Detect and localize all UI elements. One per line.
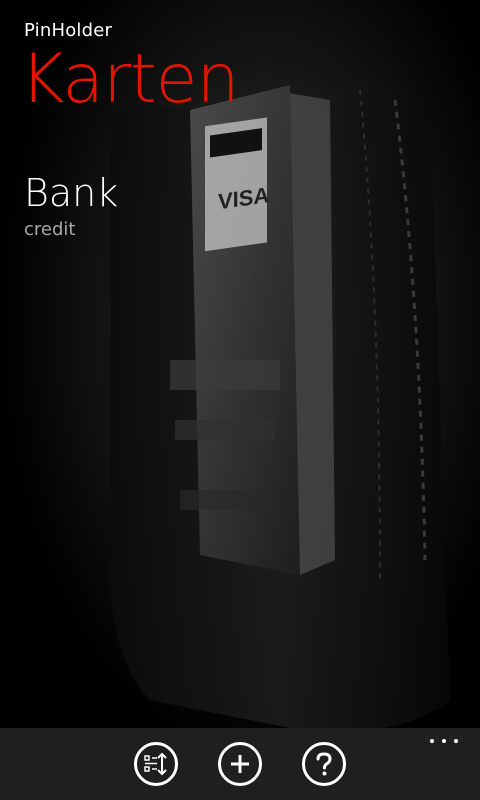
- add-button[interactable]: [218, 742, 262, 786]
- wallet-photo: VISA: [0, 0, 480, 800]
- list-item[interactable]: Bank credit: [24, 170, 444, 242]
- app-title: PinHolder: [24, 20, 113, 41]
- card-title: Bank: [24, 171, 119, 215]
- select-list-icon: [143, 751, 169, 777]
- card-subtitle: credit: [24, 219, 76, 240]
- app-bar: [0, 728, 480, 800]
- select-button[interactable]: [134, 742, 178, 786]
- add-icon: [228, 752, 252, 776]
- card-list: Bank credit: [24, 170, 444, 260]
- help-icon: [312, 751, 336, 777]
- ellipsis-icon[interactable]: [430, 736, 458, 746]
- help-button[interactable]: [302, 742, 346, 786]
- background-photo: VISA: [0, 0, 480, 800]
- page-title: Karten: [20, 40, 240, 119]
